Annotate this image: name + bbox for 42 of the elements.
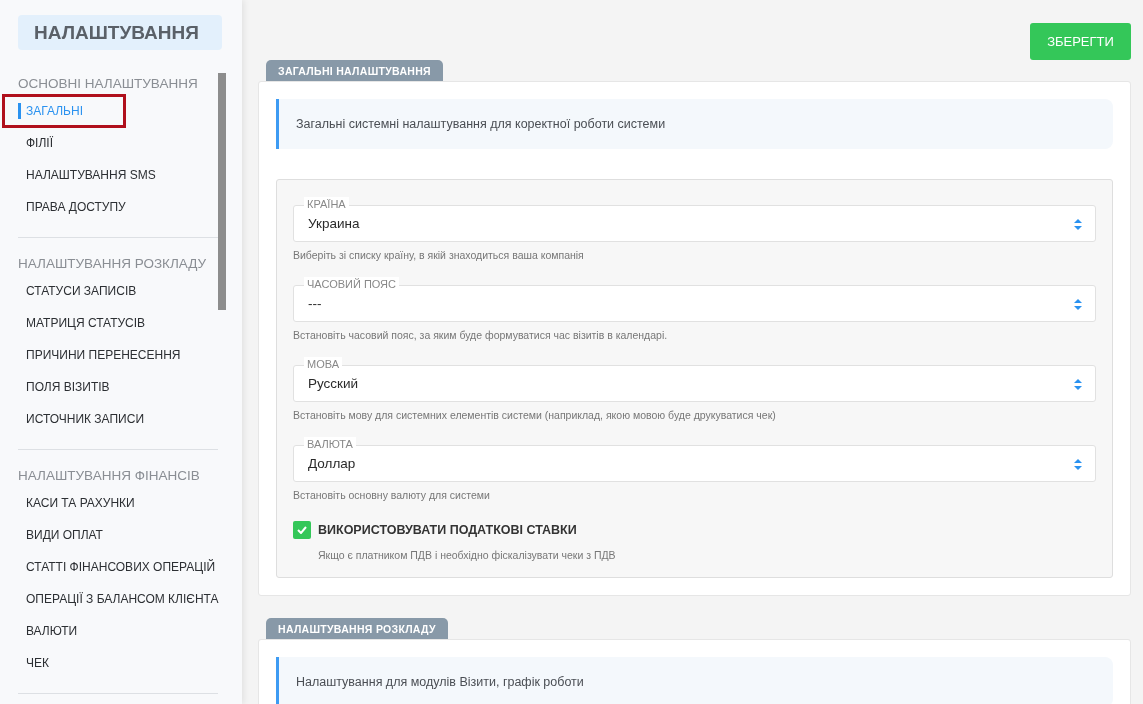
sidebar-item[interactable]: ПОЛЯ ВІЗИТІВ	[18, 371, 116, 403]
scrollbar-thumb[interactable]	[218, 73, 226, 310]
sidebar-item[interactable]: НАЛАШТУВАННЯ SMS	[18, 159, 162, 191]
check-icon	[297, 526, 307, 534]
select-value: Русский	[308, 376, 359, 391]
field-label: МОВА	[304, 357, 343, 371]
checkbox-label: ВИКОРИСТОВУВАТИ ПОДАТКОВІ СТАВКИ	[318, 523, 577, 537]
sidebar-heading: НАЛАШТУВАННЯ ФІНАНСІВ	[18, 468, 201, 483]
field-hint: Встановіть основну валюту для системи	[293, 489, 491, 501]
sidebar-item[interactable]: ЧЕК	[18, 647, 55, 679]
sort-arrows-icon	[1074, 379, 1082, 390]
field-hint: Встановіть мову для системних елементів системи (наприклад, якою мовою буде друкуватися чек)	[293, 409, 777, 421]
sidebar-item[interactable]: ВАЛЮТИ	[18, 615, 84, 647]
sidebar-item[interactable]: ПРАВА ДОСТУПУ	[18, 191, 132, 223]
sidebar-heading: НАЛАШТУВАННЯ РОЗКЛАДУ	[18, 256, 208, 271]
sidebar-item[interactable]: СТАТУСИ ЗАПИСІВ	[18, 275, 143, 307]
sidebar-title: НАЛАШТУВАННЯ	[18, 15, 222, 50]
sort-arrows-icon	[1074, 299, 1082, 310]
sidebar-item[interactable]: СТАТТІ ФІНАНСОВИХ ОПЕРАЦІЙ	[18, 551, 222, 583]
sidebar-item[interactable]: ИСТОЧНИК ЗАПИСИ	[18, 403, 151, 435]
sidebar-item[interactable]: ФІЛІЇ	[18, 127, 59, 159]
checkbox-hint: Якщо є платником ПДВ і необхідно фіскалізувати чеки з ПДВ	[318, 549, 617, 561]
field-label: КРАЇНА	[304, 197, 349, 211]
sidebar-item[interactable]: КАСИ ТА РАХУНКИ	[18, 487, 141, 519]
field-label: ЧАСОВИЙ ПОЯС	[304, 277, 399, 291]
sort-arrows-icon	[1074, 219, 1082, 230]
sidebar-item[interactable]: ВИДИ ОПЛАТ	[18, 519, 109, 551]
info-note: Загальні системні налаштування для коректної роботи системи	[276, 99, 1113, 149]
select-value: Украина	[308, 216, 360, 231]
sort-arrows-icon	[1074, 459, 1082, 470]
field-hint: Встановіть часовий пояс, за яким буде формуватися час візитів в календарі.	[293, 329, 669, 341]
sidebar-item[interactable]: МАТРИЦЯ СТАТУСІВ	[18, 307, 152, 339]
sidebar-item[interactable]: ПРИЧИНИ ПЕРЕНЕСЕННЯ	[18, 339, 187, 371]
sidebar-item[interactable]: ОПЕРАЦІЇ З БАЛАНСОМ КЛІЄНТА	[18, 583, 225, 615]
field-label: ВАЛЮТА	[304, 437, 356, 451]
select-value: ---	[308, 296, 322, 311]
active-indicator	[18, 103, 21, 119]
sidebar-heading: ОСНОВНІ НАЛАШТУВАННЯ	[18, 76, 199, 91]
checkbox[interactable]	[293, 521, 311, 539]
select-value: Доллар	[308, 456, 356, 471]
field-hint: Виберіть зі списку країну, в якій знаходиться ваша компанія	[293, 249, 585, 261]
info-note: Налаштування для модулів Візити, графік роботи	[276, 657, 1113, 704]
